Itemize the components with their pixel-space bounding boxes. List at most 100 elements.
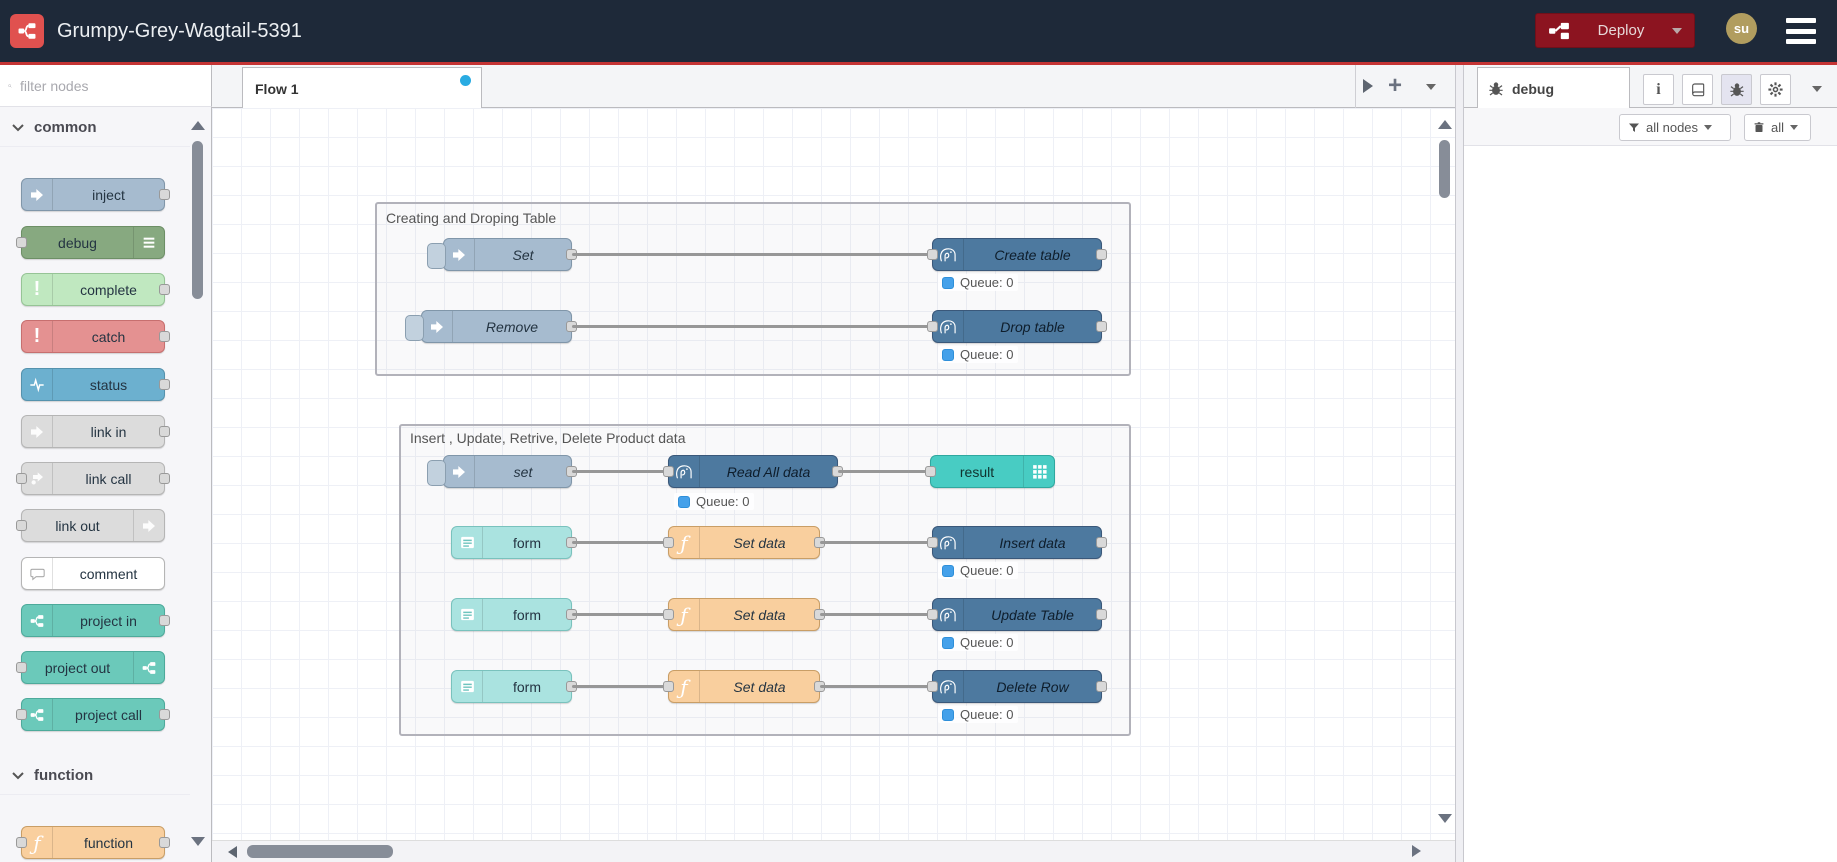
- canvas-scroll-up-icon[interactable]: [1438, 120, 1452, 129]
- wire[interactable]: [820, 685, 934, 688]
- palette-node-link-in[interactable]: link in: [21, 415, 170, 448]
- canvas-hscrollbar[interactable]: [212, 840, 1455, 862]
- palette-node-project-call[interactable]: project call: [16, 698, 170, 731]
- input-port[interactable]: [16, 837, 27, 848]
- wire[interactable]: [572, 541, 670, 544]
- palette-filter-input[interactable]: [18, 76, 203, 95]
- node-inject-set[interactable]: Set: [427, 238, 577, 271]
- scroll-up-icon[interactable]: [191, 121, 205, 130]
- main-menu-button[interactable]: [1786, 18, 1816, 44]
- tab-list-button[interactable]: [1426, 84, 1436, 90]
- debug-filter-button[interactable]: all nodes: [1619, 114, 1731, 141]
- input-port[interactable]: [927, 321, 938, 332]
- output-port[interactable]: [159, 379, 170, 390]
- palette-category-function[interactable]: function: [0, 757, 190, 795]
- node-set-data-delete[interactable]: ƒ Set data: [663, 670, 825, 703]
- inject-button[interactable]: [405, 315, 424, 341]
- node-set-data-insert[interactable]: ƒ Set data: [663, 526, 825, 559]
- input-port[interactable]: [663, 681, 674, 692]
- tab-flow-1[interactable]: Flow 1: [242, 67, 482, 109]
- node-set-data-update[interactable]: ƒ Set data: [663, 598, 825, 631]
- sidebar-help-button[interactable]: [1682, 74, 1713, 105]
- input-port[interactable]: [663, 609, 674, 620]
- input-port[interactable]: [16, 520, 27, 531]
- output-port[interactable]: [159, 331, 170, 342]
- input-port[interactable]: [927, 249, 938, 260]
- input-port[interactable]: [927, 609, 938, 620]
- node-result-table[interactable]: result: [925, 455, 1055, 488]
- group-creating-dropping-table[interactable]: [375, 202, 1131, 376]
- output-port[interactable]: [159, 837, 170, 848]
- canvas-hscrollbar-thumb[interactable]: [247, 845, 393, 858]
- palette-node-function[interactable]: ƒ function: [16, 826, 170, 859]
- node-create-table[interactable]: Create table: [927, 238, 1107, 271]
- output-port[interactable]: [1096, 249, 1107, 260]
- sidebar-info-button[interactable]: i: [1643, 74, 1674, 105]
- output-port[interactable]: [159, 284, 170, 295]
- node-form-delete[interactable]: form: [451, 670, 577, 703]
- palette-node-link-out[interactable]: link out: [16, 509, 165, 542]
- palette-node-link-call[interactable]: link call: [16, 462, 170, 495]
- output-port[interactable]: [1096, 681, 1107, 692]
- debug-clear-button[interactable]: all: [1744, 114, 1811, 141]
- deploy-caret-icon[interactable]: [1672, 27, 1682, 34]
- next-tab-button[interactable]: [1363, 79, 1373, 93]
- output-port[interactable]: [159, 189, 170, 200]
- debug-messages-panel[interactable]: [1464, 146, 1837, 862]
- deploy-button[interactable]: Deploy: [1535, 13, 1695, 48]
- user-avatar[interactable]: su: [1726, 13, 1757, 44]
- input-port[interactable]: [663, 466, 674, 477]
- palette-scrollbar[interactable]: [190, 107, 206, 862]
- wire[interactable]: [572, 685, 670, 688]
- sidebar-menu-caret[interactable]: [1812, 86, 1822, 92]
- wire[interactable]: [572, 470, 670, 473]
- input-port[interactable]: [16, 662, 27, 673]
- tab-debug[interactable]: debug: [1477, 67, 1630, 109]
- output-port[interactable]: [159, 426, 170, 437]
- output-port[interactable]: [159, 709, 170, 720]
- palette-node-project-in[interactable]: project in: [21, 604, 170, 637]
- input-port[interactable]: [925, 466, 936, 477]
- canvas-scroll-down-icon[interactable]: [1438, 814, 1452, 823]
- palette-node-status[interactable]: status: [21, 368, 170, 401]
- palette-node-complete[interactable]: ! complete: [21, 273, 170, 306]
- node-inject-set-lower[interactable]: set: [427, 455, 577, 488]
- palette-search[interactable]: [0, 65, 212, 107]
- input-port[interactable]: [927, 681, 938, 692]
- input-port[interactable]: [16, 237, 27, 248]
- node-update-table[interactable]: Update Table: [927, 598, 1107, 631]
- canvas-vscrollbar-thumb[interactable]: [1439, 140, 1450, 198]
- palette-node-project-out[interactable]: project out: [16, 651, 165, 684]
- input-port[interactable]: [16, 473, 27, 484]
- node-insert-data[interactable]: Insert data: [927, 526, 1107, 559]
- palette-node-inject[interactable]: inject: [21, 178, 170, 211]
- input-port[interactable]: [16, 709, 27, 720]
- palette-scrollbar-thumb[interactable]: [192, 141, 203, 299]
- node-read-all-data[interactable]: Read All data: [663, 455, 843, 488]
- palette-node-debug[interactable]: debug: [16, 226, 165, 259]
- wire[interactable]: [572, 253, 934, 256]
- wire[interactable]: [820, 541, 934, 544]
- inject-button[interactable]: [427, 243, 446, 269]
- input-port[interactable]: [663, 537, 674, 548]
- output-port[interactable]: [159, 615, 170, 626]
- sidebar-resize-handle[interactable]: [1455, 65, 1464, 862]
- wire[interactable]: [572, 325, 934, 328]
- inject-button[interactable]: [427, 460, 446, 486]
- output-port[interactable]: [1096, 537, 1107, 548]
- node-inject-remove[interactable]: Remove: [405, 310, 577, 343]
- output-port[interactable]: [1096, 321, 1107, 332]
- input-port[interactable]: [927, 537, 938, 548]
- palette-category-common[interactable]: common: [0, 109, 190, 147]
- node-delete-row[interactable]: Delete Row: [927, 670, 1107, 703]
- sidebar-config-button[interactable]: [1760, 74, 1791, 105]
- scroll-down-icon[interactable]: [191, 837, 205, 846]
- palette-node-comment[interactable]: comment: [21, 557, 165, 590]
- node-drop-table[interactable]: Drop table: [927, 310, 1107, 343]
- output-port[interactable]: [1096, 609, 1107, 620]
- output-port[interactable]: [159, 473, 170, 484]
- node-form-update[interactable]: form: [451, 598, 577, 631]
- canvas-scroll-left-icon[interactable]: [228, 846, 237, 858]
- add-flow-button[interactable]: +: [1388, 72, 1402, 100]
- wire[interactable]: [820, 613, 934, 616]
